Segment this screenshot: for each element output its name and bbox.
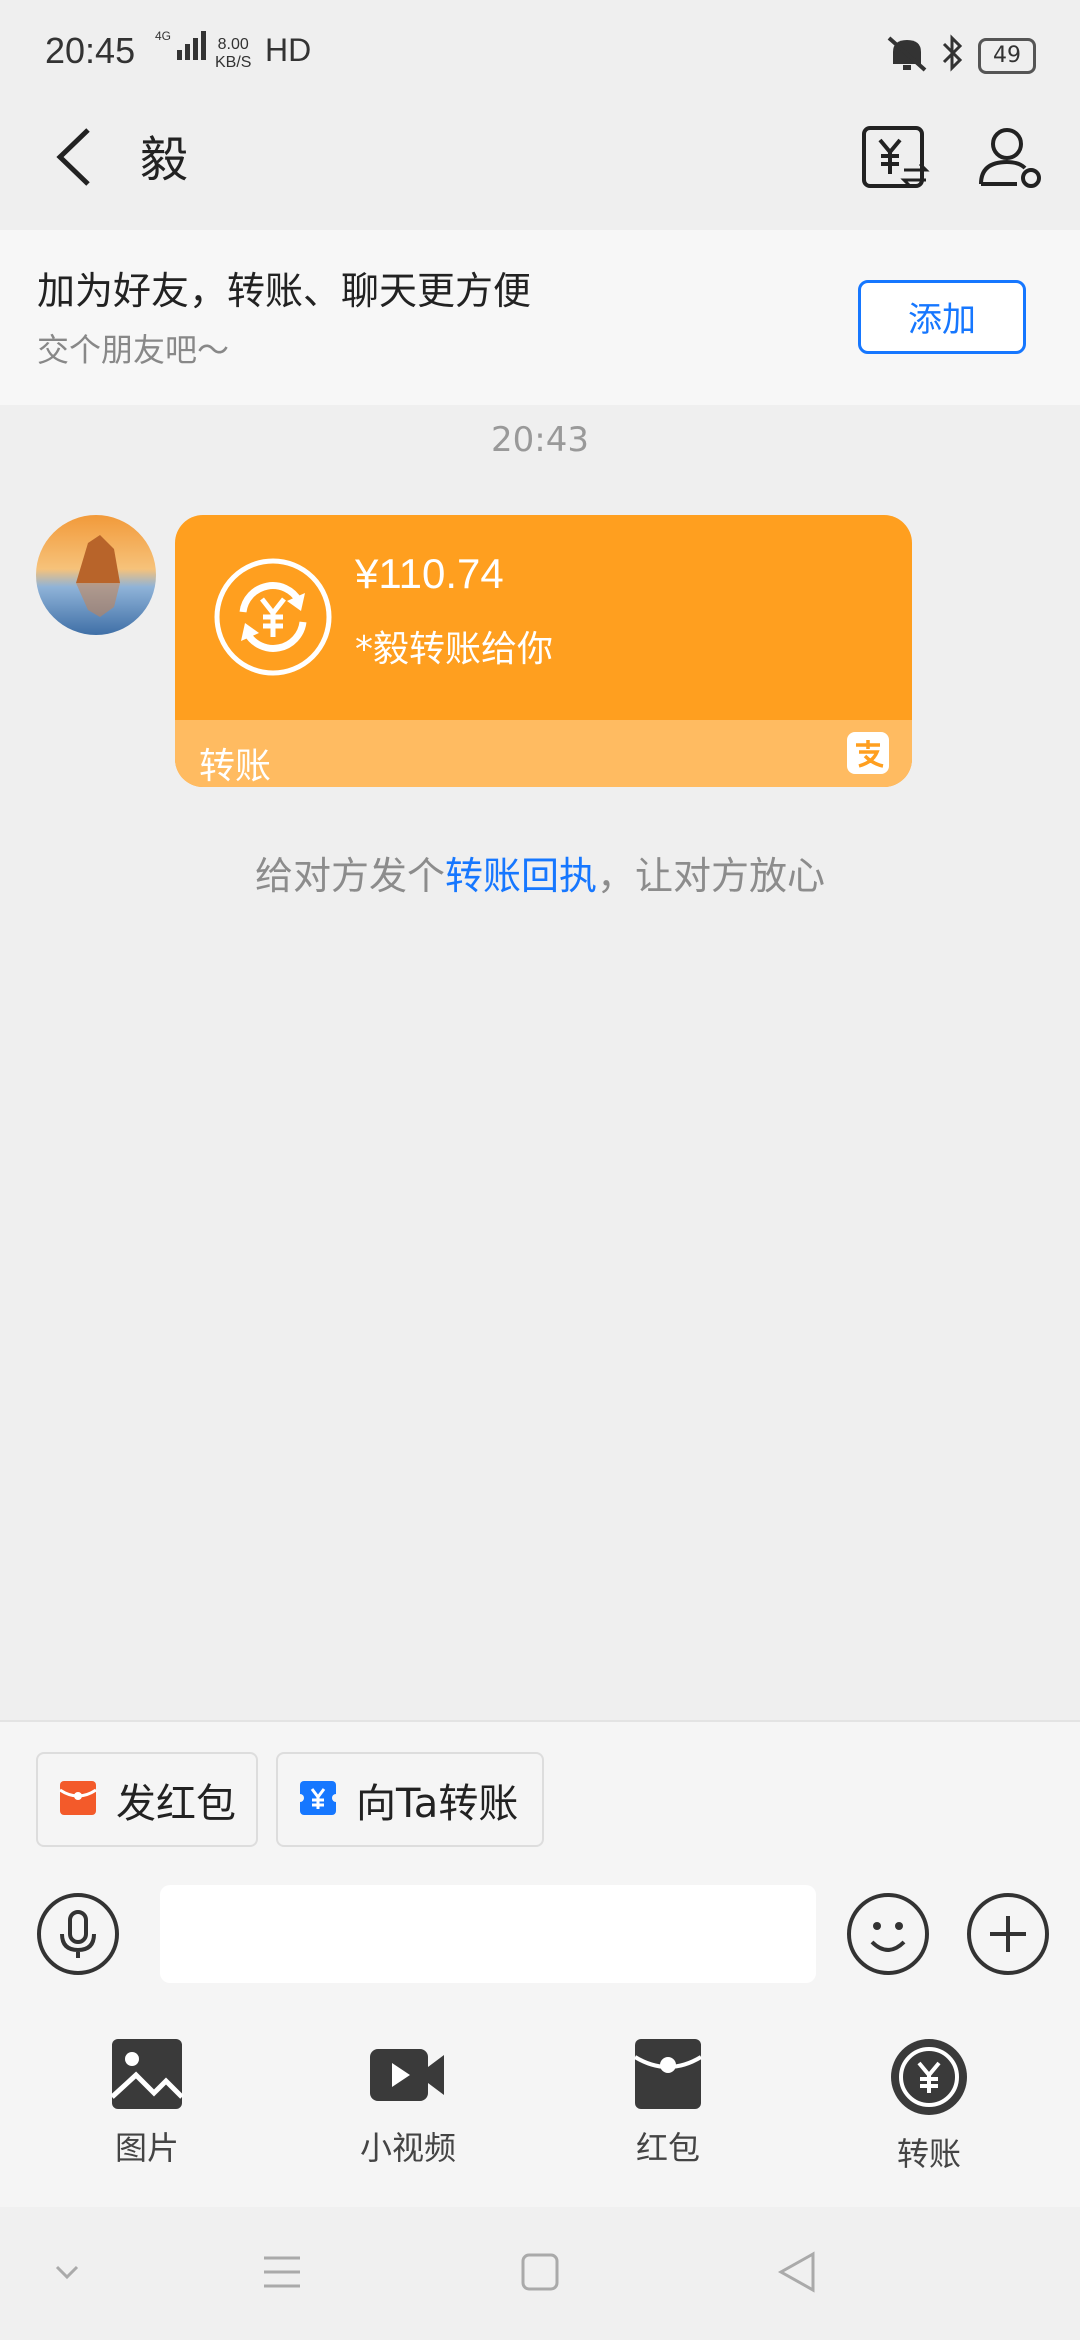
signal-icon: 4G [155, 29, 206, 60]
network-speed: 8.00 KB/S [215, 36, 252, 71]
transfer-yuan-icon [213, 557, 333, 681]
bill-transfer-icon [862, 126, 930, 188]
transfer-amount: ¥110.74 [355, 550, 504, 597]
avatar[interactable] [36, 515, 156, 635]
user-settings-icon [979, 128, 1041, 188]
avatar-image [36, 515, 156, 635]
receipt-link[interactable]: 转账回执 [445, 854, 597, 898]
bluetooth-icon [940, 32, 966, 78]
more-button[interactable] [966, 1892, 1050, 1980]
add-friend-button[interactable]: 添加 [858, 280, 1026, 354]
profile-button[interactable] [975, 122, 1045, 196]
back-button[interactable] [50, 122, 100, 196]
tool-red-packet[interactable]: 红包 [568, 2037, 768, 2169]
alipay-icon [847, 732, 889, 778]
nav-collapse-button[interactable] [52, 2257, 82, 2291]
chevron-down-icon [55, 2265, 79, 2280]
plus-icon [967, 1893, 1049, 1975]
microphone-icon [37, 1893, 119, 1975]
nav-back-button[interactable] [775, 2250, 819, 2298]
chat-title: 毅 [140, 132, 189, 188]
transfer-description: *毅转账给你 [355, 629, 554, 670]
transfer-card-footer [175, 720, 912, 787]
message-input[interactable] [160, 1885, 816, 1983]
network-indicator: 4G [155, 28, 211, 65]
banner-subtext: 交个朋友吧～ [37, 331, 230, 369]
system-nav-bar [0, 2207, 1080, 2340]
menu-icon [264, 2256, 300, 2288]
tool-video[interactable]: 小视频 [308, 2037, 508, 2169]
receipt-hint: 给对方发个转账回执，让对方放心 [254, 854, 826, 898]
mute-icon [885, 34, 929, 78]
banner-heading: 加为好友，转账、聊天更方便 [37, 269, 532, 313]
tool-image[interactable]: 图片 [47, 2037, 247, 2169]
emoji-button[interactable] [846, 1892, 930, 1980]
square-icon [521, 2253, 559, 2291]
transfer-to-ta-chip[interactable]: 向Ta转账 [276, 1752, 544, 1847]
send-red-envelope-chip[interactable]: 发红包 [36, 1752, 258, 1847]
transfer-card-icon [296, 1778, 340, 1822]
image-icon [110, 2039, 184, 2109]
status-bar: 20:45 4G 8.00 KB/S HD 49 [0, 0, 1080, 100]
red-envelope-icon [58, 1778, 98, 1822]
tool-transfer[interactable]: 转账 [829, 2037, 1029, 2175]
nav-menu-button[interactable] [262, 2252, 302, 2296]
video-icon [370, 2049, 444, 2101]
triangle-back-icon [777, 2251, 815, 2293]
add-friend-banner: 加为好友，转账、聊天更方便 交个朋友吧～ 添加 [0, 230, 1080, 405]
red-packet-icon [633, 2039, 703, 2109]
transfer-card-label: 转账 [199, 746, 272, 787]
message-timestamp: 20:43 [491, 420, 589, 460]
svg-text:4G: 4G [155, 29, 171, 43]
smiley-icon [847, 1893, 929, 1975]
voice-button[interactable] [36, 1892, 120, 1980]
status-time: 20:45 [45, 30, 136, 71]
bill-button[interactable] [860, 122, 930, 196]
transfer-card[interactable]: ¥110.74 *毅转账给你 转账 [175, 515, 912, 787]
transfer-icon [891, 2039, 967, 2115]
nav-home-button[interactable] [520, 2252, 560, 2296]
battery-indicator: 49 [978, 38, 1036, 74]
chevron-left-icon [56, 128, 90, 186]
hd-indicator: HD [265, 32, 312, 68]
bottom-panel: 发红包 向Ta转账 图片 小视频 红包 转账 [0, 1720, 1080, 2209]
chat-header: 毅 [0, 100, 1080, 230]
